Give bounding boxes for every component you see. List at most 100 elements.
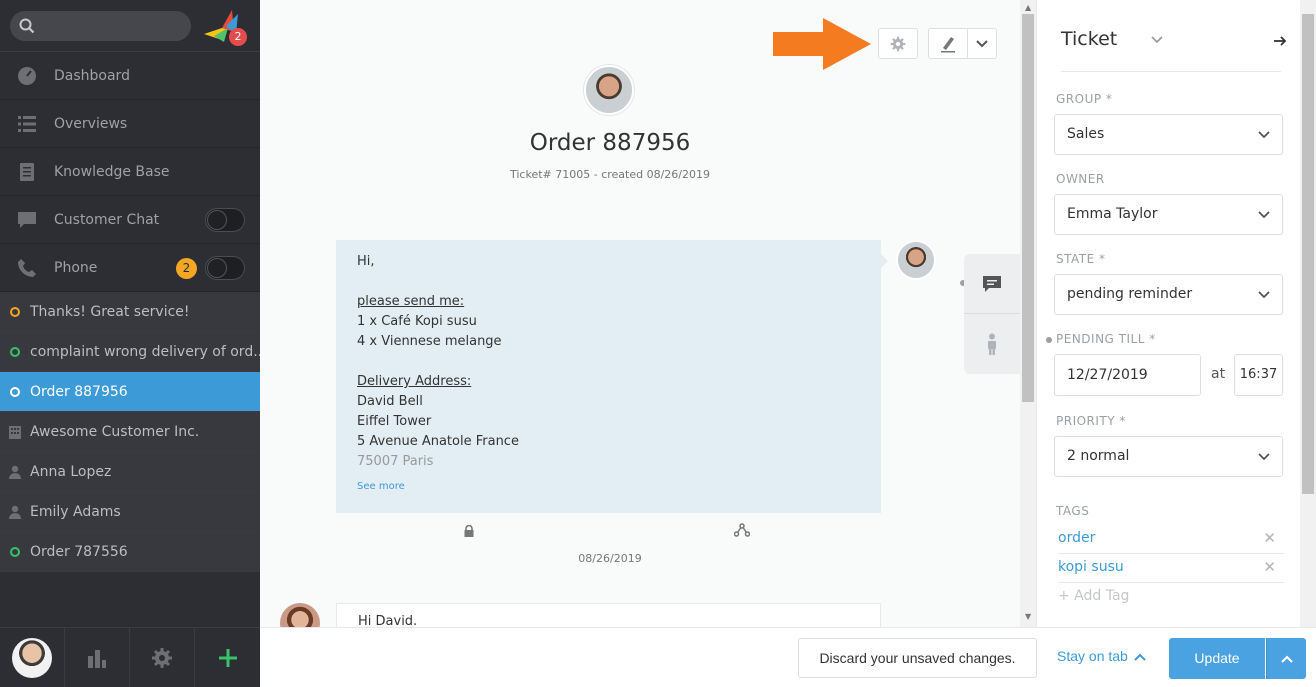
see-more-link[interactable]: See more	[357, 480, 860, 494]
stay-on-tab-button[interactable]: Stay on tab	[1057, 648, 1146, 664]
list-icon	[18, 116, 36, 132]
tag-label[interactable]: order	[1058, 530, 1095, 546]
user-avatar-button[interactable]	[0, 628, 65, 687]
nav-dashboard[interactable]: Dashboard	[0, 52, 260, 100]
priority-label: PRIORITY *	[1056, 414, 1126, 428]
nav-customer-chat[interactable]: Customer Chat	[0, 196, 260, 244]
person-icon	[9, 465, 21, 479]
priority-select[interactable]: 2 normal	[1054, 436, 1283, 477]
task-item[interactable]: Anna Lopez	[0, 452, 260, 492]
stay-on-tab-label: Stay on tab	[1057, 648, 1128, 664]
person-icon	[988, 333, 996, 355]
pending-till-label: PENDING TILL *	[1056, 332, 1156, 346]
article-address-line: 75007 Paris	[357, 454, 434, 469]
avatar[interactable]	[896, 240, 936, 280]
scrollbar-thumb[interactable]	[1022, 14, 1034, 402]
scrollbar-thumb[interactable]	[1302, 14, 1314, 494]
ticket-sidebar-panel: Ticket GROUP * Sales OWNER Emma Taylor S…	[1036, 0, 1316, 627]
article-send-heading: please send me:	[357, 294, 465, 309]
tag-label[interactable]: kopi susu	[1058, 559, 1124, 575]
at-label: at	[1211, 366, 1226, 382]
avatar[interactable]	[280, 603, 320, 627]
pending-date-input[interactable]: 12/27/2019	[1054, 354, 1201, 396]
tags-label: TAGS	[1056, 504, 1090, 518]
chat-icon	[983, 275, 1001, 292]
status-ring-icon	[10, 387, 20, 397]
building-icon	[9, 426, 21, 439]
ticket-zoom: Order 887956 Ticket# 71005 - created 08/…	[260, 0, 1020, 627]
task-item[interactable]: Awesome Customer Inc.	[0, 412, 260, 452]
status-ring-icon	[10, 307, 20, 317]
article-bubble: Hi, please send me: 1 x Café Kopi susu 4…	[336, 240, 888, 513]
phone-toggle[interactable]	[205, 256, 245, 280]
nav-phone[interactable]: Phone 2	[0, 244, 260, 292]
task-label: Anna Lopez	[30, 463, 112, 480]
settings-button[interactable]	[130, 628, 195, 687]
search-area: 2	[0, 0, 260, 52]
search-input[interactable]	[10, 11, 191, 41]
tag-item[interactable]: kopi susu ✕	[1058, 553, 1284, 583]
chevron-up-icon	[1134, 653, 1146, 662]
tab-customer[interactable]	[964, 314, 1020, 374]
pending-time-input[interactable]: 16:37	[1234, 354, 1283, 396]
nav-label: Dashboard	[54, 67, 130, 84]
nav-label: Phone	[54, 259, 98, 276]
gear-icon	[152, 648, 172, 668]
edit-dropdown-button[interactable]	[968, 29, 996, 58]
reports-button[interactable]	[65, 628, 130, 687]
update-button[interactable]: Update	[1169, 638, 1265, 679]
edit-button[interactable]	[929, 29, 969, 58]
task-item[interactable]: Order 787556	[0, 532, 260, 572]
scroll-up-icon[interactable]: ▲	[1025, 3, 1031, 12]
main-scrollbar[interactable]: ▲ ▼	[1020, 0, 1036, 627]
lock-icon	[464, 525, 474, 537]
customer-avatar[interactable]	[584, 65, 634, 115]
ticket-settings-button[interactable]	[878, 28, 918, 59]
remove-tag-icon[interactable]: ✕	[1263, 553, 1276, 581]
article-address-line: Eiffel Tower	[357, 414, 432, 429]
ticket-meta: Ticket# 71005 - created 08/26/2019	[509, 168, 710, 181]
remove-tag-icon[interactable]: ✕	[1263, 524, 1276, 552]
article-item: 4 x Viennese melange	[357, 334, 502, 349]
arrow-right-icon[interactable]	[1273, 34, 1287, 48]
panel-title[interactable]: Ticket	[1061, 28, 1117, 50]
update-options-button[interactable]	[1266, 638, 1306, 679]
bar-chart-icon	[88, 650, 106, 668]
chat-icon	[18, 212, 36, 228]
tag-item[interactable]: order ✕	[1058, 524, 1284, 554]
task-item[interactable]: Emily Adams	[0, 492, 260, 532]
task-label: complaint wrong delivery of ord...	[30, 343, 260, 360]
task-item-active[interactable]: Order 887956	[0, 372, 260, 412]
state-label: STATE *	[1056, 252, 1106, 266]
notification-badge[interactable]: 2	[229, 28, 247, 46]
task-item[interactable]: Thanks! Great service!	[0, 292, 260, 332]
search-icon	[19, 18, 35, 34]
chat-toggle[interactable]	[205, 208, 245, 232]
task-label: Order 887956	[30, 383, 128, 400]
field-indicator-dot	[1046, 337, 1052, 343]
new-ticket-button[interactable]	[195, 628, 260, 687]
split-icon[interactable]	[734, 523, 750, 537]
nav-knowledge-base[interactable]: Knowledge Base	[0, 148, 260, 196]
owner-select[interactable]: Emma Taylor	[1054, 194, 1283, 235]
discard-changes-button[interactable]: Discard your unsaved changes.	[798, 638, 1037, 678]
add-tag-link[interactable]: + Add Tag	[1058, 588, 1129, 604]
nav-label: Customer Chat	[54, 211, 160, 228]
scroll-down-icon[interactable]: ▼	[1025, 612, 1031, 621]
task-label: Emily Adams	[30, 503, 121, 520]
task-item[interactable]: complaint wrong delivery of ord...	[0, 332, 260, 372]
pencil-icon	[941, 36, 956, 52]
article-greeting: Hi,	[357, 254, 375, 269]
chevron-down-icon[interactable]	[1151, 36, 1163, 44]
task-label: Awesome Customer Inc.	[30, 423, 200, 440]
state-select[interactable]: pending reminder	[1054, 274, 1283, 315]
nav-overviews[interactable]: Overviews	[0, 100, 260, 148]
sidebar-bottom-bar	[0, 627, 260, 687]
tab-ticket[interactable]	[964, 254, 1020, 314]
nav-label: Knowledge Base	[54, 163, 170, 180]
article-address-line: 5 Avenue Anatole France	[357, 434, 519, 449]
panel-scrollbar[interactable]	[1300, 0, 1316, 627]
group-select[interactable]: Sales	[1054, 114, 1283, 155]
page-title[interactable]: Order 887956	[260, 130, 960, 156]
chevron-up-icon	[1280, 655, 1293, 663]
